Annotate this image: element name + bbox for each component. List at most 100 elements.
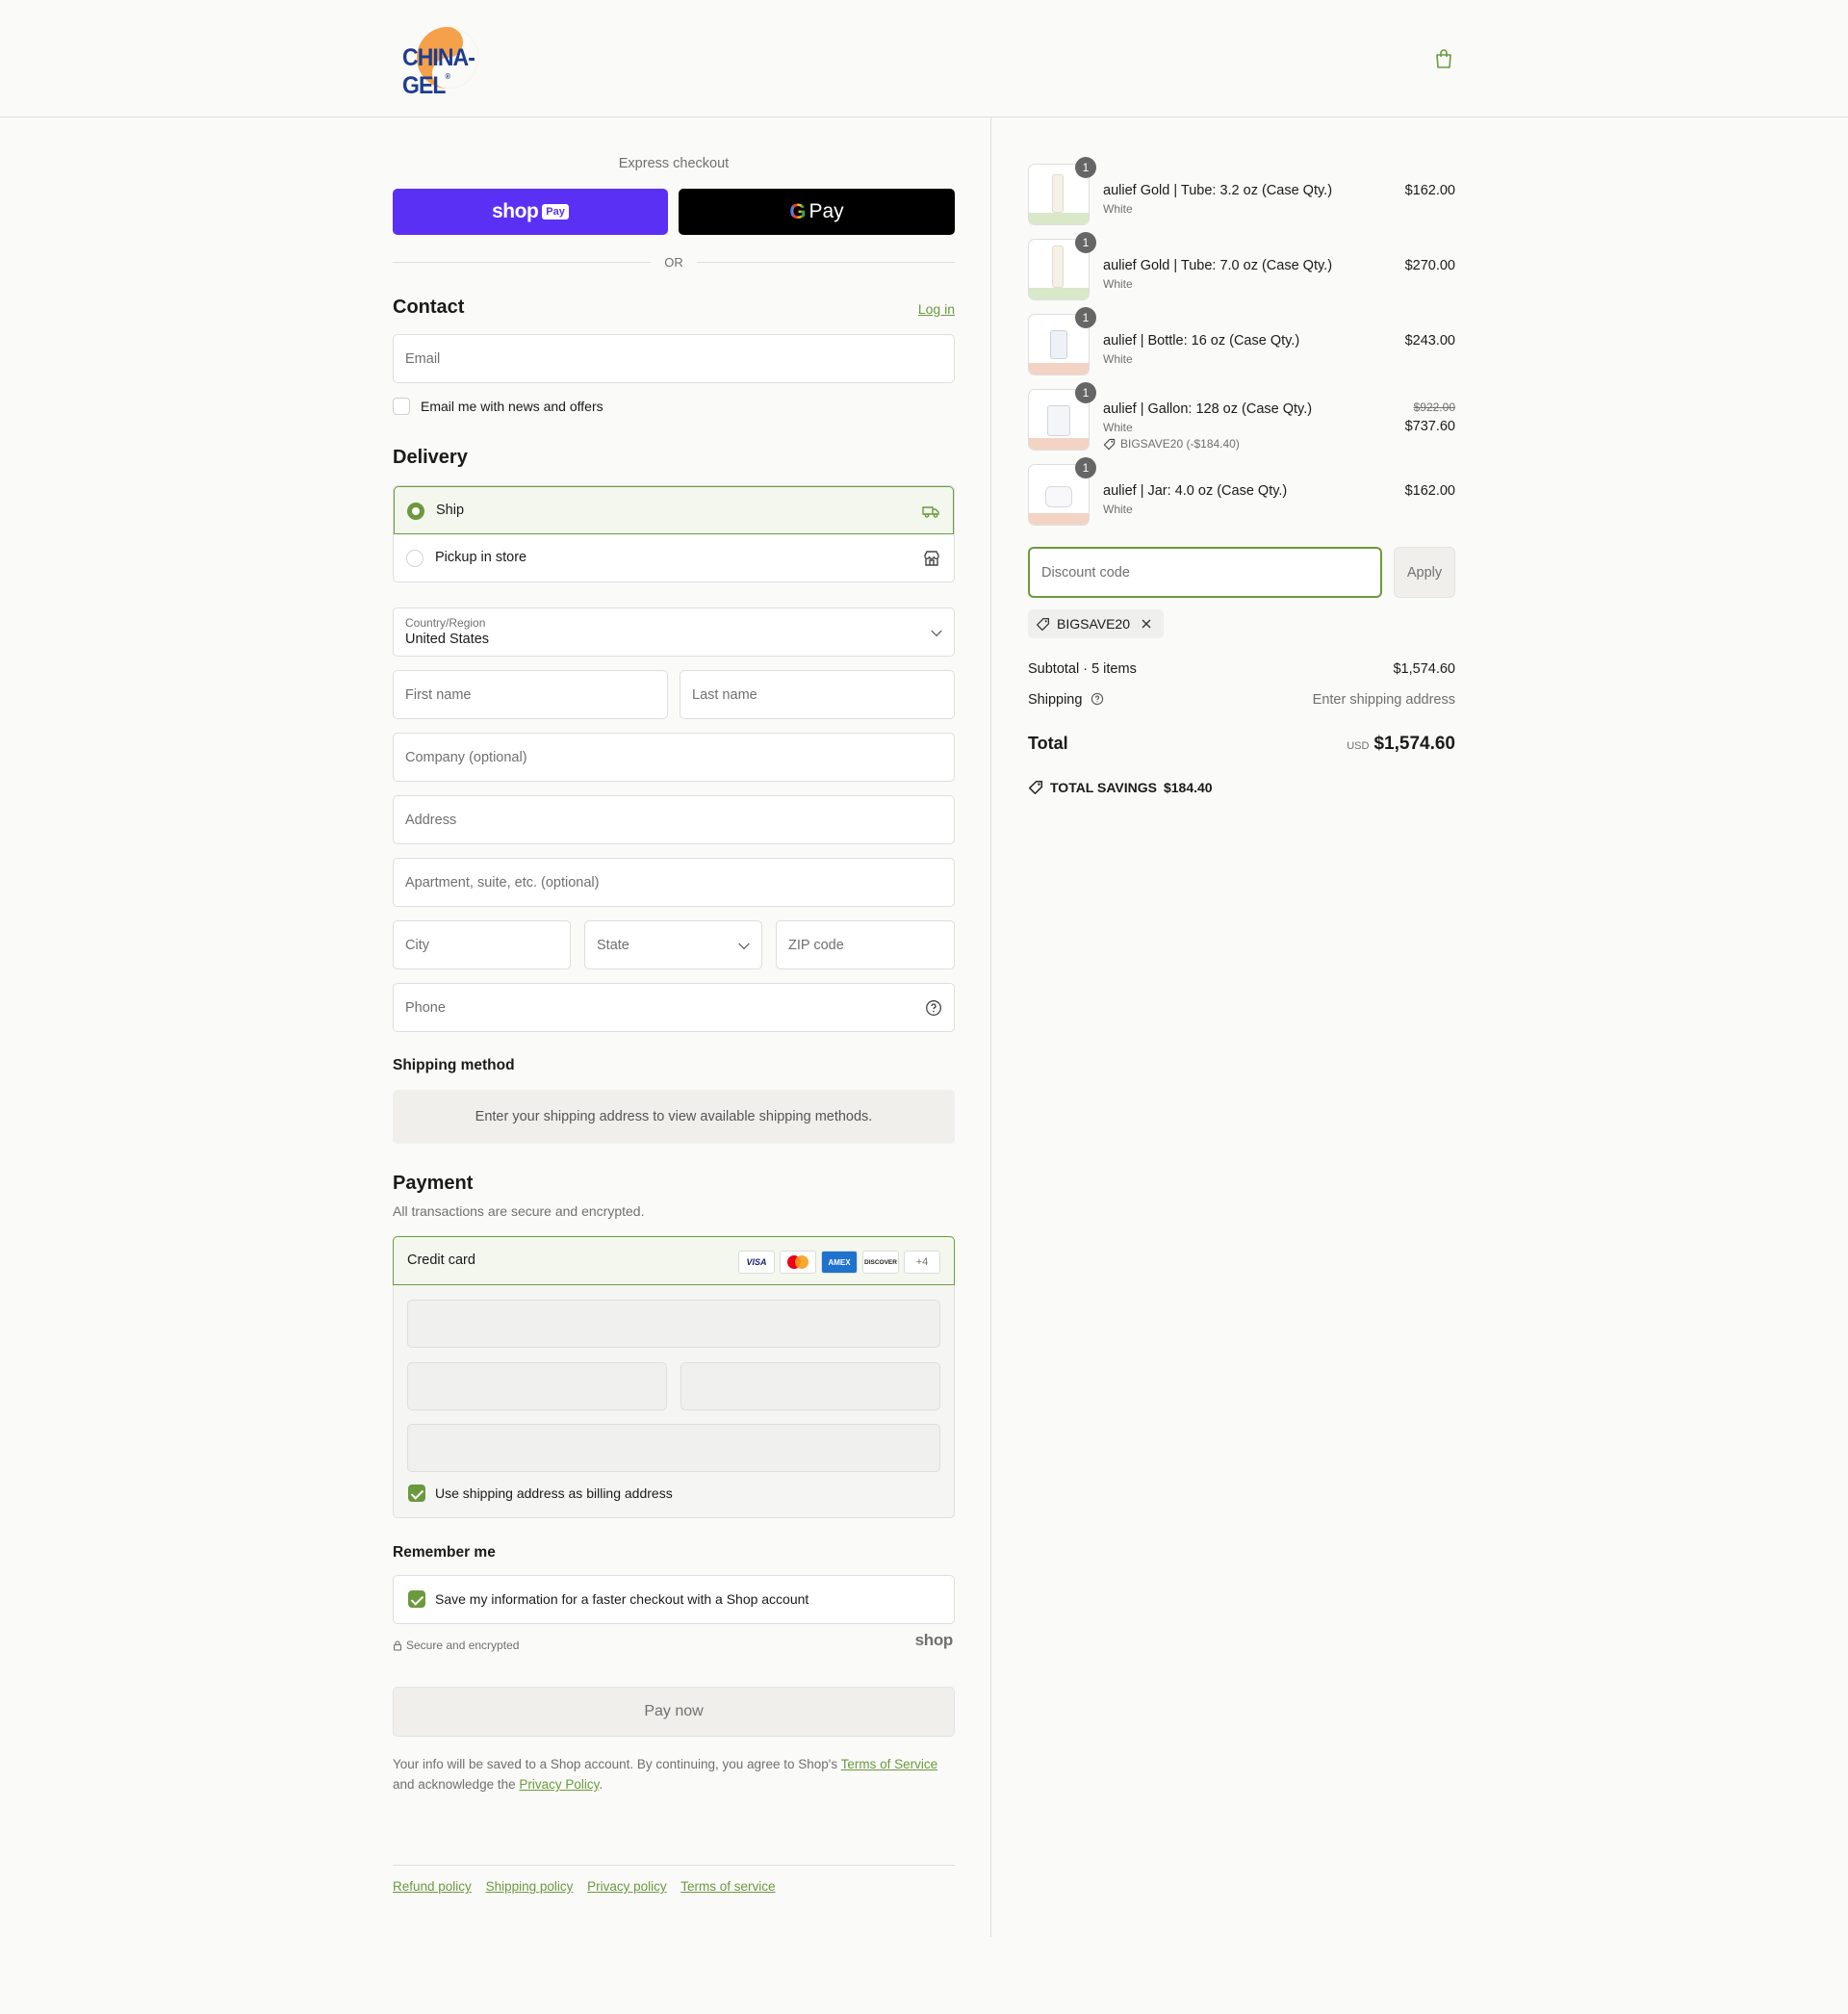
city-field[interactable]: City [393, 920, 571, 969]
item-variant: White [1103, 352, 1133, 366]
zip-field[interactable]: ZIP code [776, 920, 955, 969]
or-divider: OR [393, 252, 955, 271]
save-info-checkbox[interactable] [408, 1590, 425, 1608]
total-amount: USD $1,574.60 [1347, 734, 1455, 755]
card-name-field[interactable] [407, 1424, 940, 1472]
line-item: 1 aulief Gold | Tube: 7.0 oz (Case Qty.)… [1028, 232, 1455, 302]
column-divider [990, 117, 991, 1937]
express-checkout-title: Express checkout [618, 156, 730, 171]
pickup-option[interactable]: Pickup in store [394, 534, 954, 582]
shop-pay-button[interactable]: shop Pay [393, 189, 668, 235]
product-thumbnail: 1 [1028, 457, 1096, 526]
total-label: Total [1028, 734, 1068, 753]
item-discount: BIGSAVE20 (-$184.40) [1103, 437, 1240, 451]
tag-icon [1103, 438, 1116, 450]
total-savings: TOTAL SAVINGS $184.40 [1028, 780, 1455, 795]
billing-same-checkbox[interactable] [408, 1485, 425, 1502]
tag-icon [1036, 617, 1050, 631]
shop-pay-badge: Pay [542, 204, 569, 219]
line-item: 1 aulief Gold | Tube: 3.2 oz (Case Qty.)… [1028, 157, 1455, 227]
terms-of-service-footer-link[interactable]: Terms of service [680, 1879, 775, 1894]
contact-title: Contact [393, 297, 465, 318]
card-expiry-field[interactable] [407, 1362, 667, 1410]
item-original-price: $922.00 [1413, 400, 1455, 414]
subtotal-row: Subtotal · 5 items $1,574.60 [1028, 661, 1455, 677]
lock-icon [393, 1640, 402, 1651]
company-placeholder: Company (optional) [405, 749, 527, 765]
discount-code-field[interactable]: Discount code [1028, 547, 1382, 598]
first-name-field[interactable]: First name [393, 670, 668, 719]
shipping-value: Enter shipping address [1312, 692, 1455, 708]
discount-code-placeholder: Discount code [1041, 564, 1130, 581]
first-name-placeholder: First name [405, 686, 472, 703]
refund-policy-link[interactable]: Refund policy [393, 1879, 472, 1894]
shipping-policy-link[interactable]: Shipping policy [486, 1879, 574, 1894]
country-select[interactable]: Country/Region United States [393, 607, 955, 657]
quantity-badge: 1 [1075, 157, 1096, 178]
pickup-radio[interactable] [406, 550, 424, 567]
last-name-field[interactable]: Last name [680, 670, 955, 719]
item-price: $162.00 [1404, 183, 1455, 198]
credit-card-label: Credit card [407, 1252, 475, 1268]
visa-icon: VISA [738, 1251, 775, 1274]
ship-option[interactable]: Ship [394, 486, 954, 534]
privacy-policy-footer-link[interactable]: Privacy policy [587, 1879, 667, 1894]
billing-same-label: Use shipping address as billing address [435, 1485, 673, 1501]
email-field[interactable]: Email [393, 334, 955, 383]
phone-field[interactable]: Phone [393, 983, 955, 1032]
logo-text: CHINA-GEL® [402, 44, 475, 99]
address-placeholder: Address [405, 812, 457, 828]
shipping-method-title: Shipping method [393, 1057, 515, 1073]
secure-note: Secure and encrypted [393, 1639, 519, 1652]
item-variant: White [1103, 421, 1133, 434]
product-thumbnail: 1 [1028, 232, 1096, 300]
delivery-options: Ship Pickup in store [393, 485, 955, 582]
pay-now-button[interactable]: Pay now [393, 1687, 955, 1737]
shipping-row: Shipping Enter shipping address [1028, 692, 1455, 708]
privacy-policy-link[interactable]: Privacy Policy [519, 1777, 599, 1792]
login-link[interactable]: Log in [918, 301, 955, 317]
remember-me-option: Save my information for a faster checkou… [393, 1575, 955, 1624]
zip-placeholder: ZIP code [788, 937, 844, 953]
more-cards-badge: +4 [904, 1251, 940, 1274]
card-number-field[interactable] [407, 1300, 940, 1348]
country-value: United States [405, 632, 490, 647]
cart-bag-icon[interactable] [1433, 48, 1454, 69]
shop-logo: shop [914, 1631, 954, 1649]
savings-label: TOTAL SAVINGS [1050, 780, 1157, 795]
header: CHINA-GEL® [0, 0, 1848, 117]
close-icon[interactable] [1141, 618, 1152, 630]
card-cvv-field[interactable] [680, 1362, 940, 1410]
google-g-icon: G [789, 199, 807, 223]
google-pay-button[interactable]: G Pay [679, 189, 955, 235]
quantity-badge: 1 [1075, 307, 1096, 328]
help-icon[interactable] [1091, 692, 1104, 706]
city-placeholder: City [405, 937, 429, 953]
truck-icon [922, 506, 939, 518]
footer-divider [393, 1865, 955, 1866]
item-name: aulief | Jar: 4.0 oz (Case Qty.) [1103, 483, 1288, 499]
item-price: $243.00 [1404, 333, 1455, 349]
apartment-placeholder: Apartment, suite, etc. (optional) [405, 874, 600, 891]
apply-discount-button[interactable]: Apply [1394, 547, 1455, 598]
ship-radio[interactable] [407, 503, 424, 520]
chevron-down-icon [931, 625, 942, 636]
credit-card-option[interactable]: Credit card VISA AMEX DISCOVER +4 [393, 1236, 955, 1285]
address-field[interactable]: Address [393, 795, 955, 844]
company-field[interactable]: Company (optional) [393, 733, 955, 782]
tag-icon [1028, 780, 1043, 795]
phone-placeholder: Phone [405, 999, 446, 1016]
item-price: $737.60 [1404, 419, 1455, 434]
help-icon[interactable] [925, 999, 942, 1017]
last-name-placeholder: Last name [692, 686, 757, 703]
store-icon [924, 551, 939, 566]
newsletter-checkbox[interactable] [393, 398, 410, 415]
terms-of-service-link[interactable]: Terms of Service [841, 1757, 938, 1771]
footer-links: Refund policy Shipping policy Privacy po… [393, 1879, 785, 1894]
quantity-badge: 1 [1075, 232, 1096, 253]
legal-text: Your info will be saved to a Shop accoun… [393, 1757, 938, 1792]
item-name: aulief | Gallon: 128 oz (Case Qty.) [1103, 401, 1313, 417]
store-logo[interactable]: CHINA-GEL® [402, 24, 499, 99]
apartment-field[interactable]: Apartment, suite, etc. (optional) [393, 858, 955, 907]
state-select[interactable]: State [584, 920, 762, 969]
